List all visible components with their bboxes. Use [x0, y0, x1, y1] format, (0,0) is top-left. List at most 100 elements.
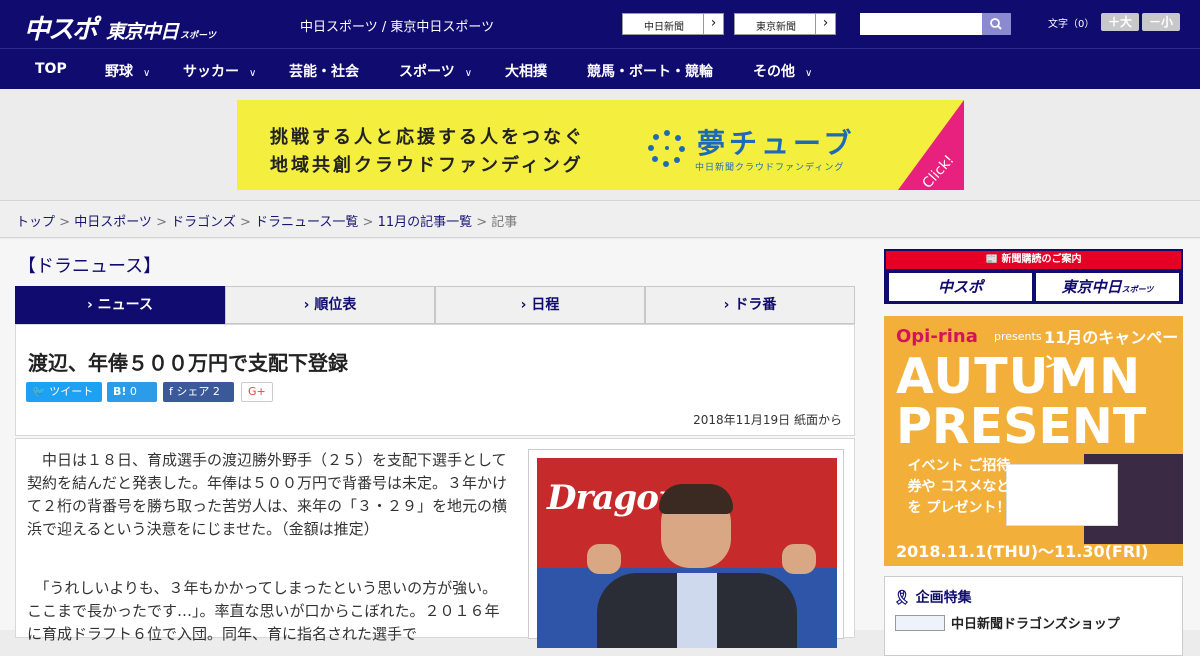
ad-product-image — [1006, 464, 1118, 526]
nav-label: 競馬・ボート・競輪 — [587, 64, 713, 80]
subscribe-tokyo-chunichi-label: 東京中日 — [1061, 278, 1122, 296]
article-paragraph: 中日は１８日、育成選手の渡辺勝外野手（２５）を支配下選手として契約を結んだと発表… — [27, 451, 508, 538]
search-input[interactable] — [860, 13, 982, 35]
breadcrumb-separator: > — [151, 215, 172, 230]
tokyo-shimbun-link[interactable]: 東京新聞 › — [734, 13, 836, 35]
ribbon-icon: 🎗 — [893, 590, 911, 606]
tweet-button[interactable]: 🐦 ツイート — [26, 382, 102, 402]
breadcrumb: トップ > 中日スポーツ > ドラゴンズ > ドラニュース一覧 > 11月の記事… — [0, 200, 1200, 238]
tab-label: 日程 — [531, 297, 560, 313]
breadcrumb-link[interactable]: 11月の記事一覧 — [378, 215, 473, 230]
nav-other[interactable]: その他 ∨ — [753, 61, 812, 81]
breadcrumb-separator: > — [55, 215, 75, 230]
tab-reporter[interactable]: › ドラ番 — [645, 286, 855, 324]
site-logo[interactable]: 中スポ 東京中日 スポーツ — [24, 9, 216, 46]
search-icon — [990, 18, 1002, 30]
chevron-right-icon: › — [723, 297, 730, 313]
article-header: 渡辺、年俸５００万円で支配下登録 🐦 ツイート B! 0 f シェア 2 G+ … — [15, 324, 855, 436]
banner-brand: 夢チューブ — [697, 127, 856, 160]
ad-dates: 2018.11.1(THU)〜11.30(FRI) — [896, 542, 1149, 561]
nav-label: 野球 — [105, 64, 133, 80]
chevron-right-icon: › — [87, 297, 93, 313]
font-larger-button[interactable]: ＋大 — [1101, 13, 1139, 31]
hatena-button[interactable]: B! 0 — [107, 382, 157, 402]
feature-item[interactable]: 中日新聞ドラゴンズショップ — [951, 613, 1120, 632]
tab-bar: › ニュース › 順位表 › 日程 › ドラ番 — [15, 286, 855, 324]
breadcrumb-separator: > — [472, 215, 492, 230]
breadcrumb-link[interactable]: ドラニュース一覧 — [255, 215, 358, 230]
chevron-down-icon: ∨ — [143, 68, 151, 79]
banner-brand-sub: 中日新聞クラウドファンディング — [695, 163, 845, 173]
photo-fist — [587, 544, 621, 574]
tab-label: ドラ番 — [734, 297, 777, 313]
font-size-label: 文字（0） — [1048, 19, 1095, 30]
breadcrumb-link[interactable]: 中日スポーツ — [74, 215, 152, 230]
section-title: 【ドラニュース】 — [18, 256, 162, 277]
tweet-label: ツイート — [49, 385, 94, 398]
tab-label: 順位表 — [314, 297, 357, 313]
nav-label: その他 — [753, 64, 795, 80]
chevron-right-icon: › — [303, 297, 310, 313]
photo-fist — [782, 544, 816, 574]
photo-shirt — [677, 573, 717, 648]
feature-title-label: 企画特集 — [915, 590, 972, 606]
hatena-icon: B! — [113, 385, 127, 398]
search-button[interactable] — [982, 13, 1011, 35]
tokyo-shimbun-label: 東京新聞 — [756, 22, 796, 33]
feature-box: 🎗 企画特集 中日新聞ドラゴンズショップ — [884, 576, 1183, 656]
ad-event-text: イベント ご招待券や コスメなどを プレゼント！ — [907, 458, 1011, 516]
nav-entertainment[interactable]: 芸能・社会 — [289, 61, 359, 81]
nav-label: 大相撲 — [505, 64, 547, 80]
shop-thumbnail[interactable] — [895, 615, 945, 631]
crowdfunding-banner[interactable]: 挑戦する人と応援する人をつなぐ 地域共創クラウドファンディング 夢チューブ 中日… — [237, 100, 964, 190]
main-content: 【ドラニュース】 › ニュース › 順位表 › 日程 › ドラ番 渡辺、年俸５０… — [0, 239, 1200, 656]
breadcrumb-current: 記事 — [491, 215, 518, 230]
banner-line1: 挑戦する人と応援する人をつなぐ — [270, 127, 585, 148]
twitter-icon: 🐦 — [32, 385, 46, 398]
breadcrumb-separator: > — [235, 215, 256, 230]
nav-sports[interactable]: スポーツ ∨ — [399, 61, 472, 81]
chunichi-shimbun-label: 中日新聞 — [644, 22, 684, 33]
nav-racing[interactable]: 競馬・ボート・競輪 — [587, 61, 713, 81]
subscription-header-label: 新聞購読のご案内 — [1001, 254, 1082, 265]
tab-label: ニュース — [97, 297, 153, 313]
article-body: 中日は１８日、育成選手の渡辺勝外野手（２５）を支配下選手として契約を結んだと発表… — [15, 438, 855, 648]
subscribe-tokyo-chunichi-small: スポーツ — [1121, 285, 1154, 294]
nav-sumo[interactable]: 大相撲 — [505, 61, 547, 81]
chevron-down-icon: ∨ — [464, 68, 473, 79]
facebook-icon: f — [169, 385, 173, 398]
facebook-count: 2 — [212, 385, 220, 398]
nav-label: TOP — [35, 61, 67, 77]
facebook-share-button[interactable]: f シェア 2 — [163, 382, 234, 402]
feature-title: 🎗 企画特集 — [893, 587, 972, 607]
chevron-down-icon: ∨ — [805, 68, 813, 79]
tab-news[interactable]: › ニュース — [15, 286, 225, 324]
article-date: 2018年11月19日 紙面から — [693, 413, 842, 427]
site-header: 中スポ 東京中日 スポーツ 中日スポーツ / 東京中日スポーツ 中日新聞 › 東京新… — [0, 0, 1200, 48]
site-name: 中日スポーツ / 東京中日スポーツ — [300, 20, 495, 35]
banner-line2: 地域共創クラウドファンディング — [270, 155, 584, 176]
nav-label: スポーツ — [399, 64, 455, 80]
newspaper-icon: 📰 — [985, 254, 998, 265]
font-smaller-button[interactable]: －小 — [1142, 13, 1180, 31]
breadcrumb-link[interactable]: トップ — [16, 215, 55, 230]
subscribe-chuspo-button[interactable]: 中スポ — [889, 273, 1032, 301]
subscription-box: 📰 新聞購読のご案内 中スポ 東京中日スポーツ — [884, 249, 1183, 304]
chunichi-shimbun-link[interactable]: 中日新聞 › — [622, 13, 724, 35]
facebook-label: シェア — [176, 385, 210, 398]
nav-top[interactable]: TOP — [35, 61, 67, 77]
ad-present: PRESENT — [896, 398, 1147, 455]
tab-schedule[interactable]: › 日程 — [435, 286, 645, 324]
nav-soccer[interactable]: サッカー ∨ — [183, 61, 256, 81]
article-photo[interactable]: Dragons — [528, 449, 844, 648]
main-nav: TOP 野球 ∨ サッカー ∨ 芸能・社会 スポーツ ∨ 大相撲 競馬・ボート・競輪 … — [0, 48, 1200, 89]
article-paragraph: 「うれしいよりも、３年もかかってしまったという思いの方が強い。ここまで長かったで… — [27, 579, 500, 643]
autumn-present-ad[interactable]: Opi-rina presents 11月のキャンペーン AUTUMN PRES… — [884, 316, 1183, 566]
logo-sports-small: スポーツ — [180, 31, 216, 41]
dots-logo-icon — [648, 130, 685, 167]
google-plus-button[interactable]: G+ — [241, 382, 273, 402]
nav-baseball[interactable]: 野球 ∨ — [105, 61, 150, 81]
tab-standings[interactable]: › 順位表 — [225, 286, 435, 324]
subscribe-tokyo-chunichi-button[interactable]: 東京中日スポーツ — [1036, 273, 1179, 301]
breadcrumb-link[interactable]: ドラゴンズ — [171, 215, 236, 230]
